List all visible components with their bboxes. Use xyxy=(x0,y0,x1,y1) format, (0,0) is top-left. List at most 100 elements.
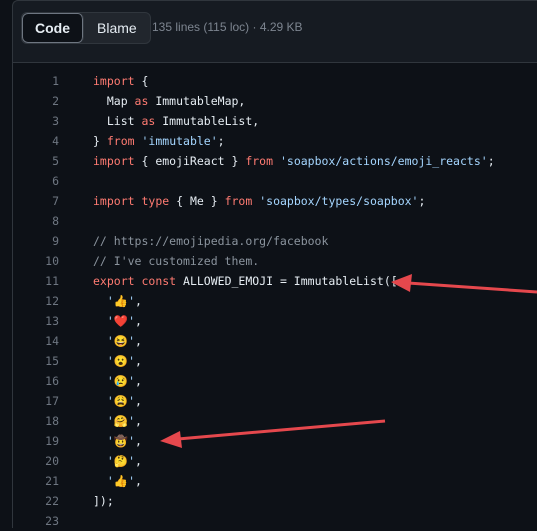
code-token: Map xyxy=(93,94,135,108)
line-number[interactable]: 18 xyxy=(13,411,59,431)
code-text: ]); xyxy=(93,491,114,511)
line-number[interactable]: 16 xyxy=(13,371,59,391)
line-number[interactable]: 13 xyxy=(13,311,59,331)
code-text: '🤗', xyxy=(93,411,142,431)
line-number[interactable]: 23 xyxy=(13,511,59,531)
line-number[interactable]: 3 xyxy=(13,111,59,131)
code-text: '😩', xyxy=(93,391,142,411)
code-line: 13 '❤️', xyxy=(13,311,537,331)
code-token: ALLOWED_EMOJI = ImmutableList([ xyxy=(176,274,398,288)
code-text: import { emojiReact } from 'soapbox/acti… xyxy=(93,151,495,171)
line-number[interactable]: 15 xyxy=(13,351,59,371)
code-token: '🤗' xyxy=(93,414,136,428)
code-token: { Me } xyxy=(169,194,225,208)
code-text: import type { Me } from 'soapbox/types/s… xyxy=(93,191,425,211)
code-line: 1 import { xyxy=(13,71,537,91)
code-text: '👍', xyxy=(93,471,142,491)
line-number[interactable]: 11 xyxy=(13,271,59,291)
file-toolbar: Code Blame 135 lines (115 loc) · 4.29 KB xyxy=(12,0,537,63)
line-number[interactable]: 12 xyxy=(13,291,59,311)
code-line: 17 '😩', xyxy=(13,391,537,411)
code-token: 'immutable' xyxy=(141,134,218,148)
blame-tab[interactable]: Blame xyxy=(84,13,150,43)
code-token: from xyxy=(106,134,135,148)
code-token: , xyxy=(135,374,142,388)
code-token: ; xyxy=(217,134,225,148)
code-line: 12 '👍', xyxy=(13,291,537,311)
code-token: ]); xyxy=(93,494,114,508)
code-token: , xyxy=(135,354,142,368)
line-number[interactable]: 2 xyxy=(13,91,59,111)
code-tab[interactable]: Code xyxy=(22,13,84,43)
line-number[interactable]: 20 xyxy=(13,451,59,471)
line-number[interactable]: 22 xyxy=(13,491,59,511)
code-token: 'soapbox/actions/emoji_reacts' xyxy=(279,154,488,168)
code-token: , xyxy=(135,454,142,468)
code-text: export const ALLOWED_EMOJI = ImmutableLi… xyxy=(93,271,398,291)
line-number[interactable]: 6 xyxy=(13,171,59,191)
code-line: 9 // https://emojipedia.org/facebook xyxy=(13,231,537,251)
code-text: '🤔', xyxy=(93,451,142,471)
code-token: '😆' xyxy=(93,334,136,348)
code-text: '😆', xyxy=(93,331,142,351)
code-token: as xyxy=(134,94,149,108)
code-token: , xyxy=(135,474,142,488)
code-text: '😢', xyxy=(93,371,142,391)
code-token: , xyxy=(135,294,142,308)
code-token: ; xyxy=(418,194,426,208)
code-text: '😮', xyxy=(93,351,142,371)
code-token: // I've customized them. xyxy=(93,254,260,268)
code-line: 22]); xyxy=(13,491,537,511)
code-token: 'soapbox/types/soapbox' xyxy=(259,194,419,208)
code-token: ImmutableList, xyxy=(155,114,260,128)
code-line: 21 '👍', xyxy=(13,471,537,491)
code-token: List xyxy=(93,114,142,128)
code-line: 19 '🤠', xyxy=(13,431,537,451)
line-number[interactable]: 19 xyxy=(13,431,59,451)
code-token: , xyxy=(135,394,142,408)
line-number[interactable]: 5 xyxy=(13,151,59,171)
code-token: '👍' xyxy=(93,294,136,308)
code-token: as xyxy=(141,114,156,128)
code-token: , xyxy=(135,414,142,428)
code-token: '🤠' xyxy=(93,434,136,448)
code-token: '😮' xyxy=(93,354,136,368)
code-token: type xyxy=(141,194,170,208)
view-mode-switch: Code Blame xyxy=(21,12,151,44)
code-line: 18 '🤗', xyxy=(13,411,537,431)
code-line: 16 '😢', xyxy=(13,371,537,391)
code-text: Map as ImmutableMap, xyxy=(93,91,246,111)
code-token: from xyxy=(245,154,274,168)
code-view: 1 import { 2 Map as ImmutableMap, 3 List as… xyxy=(12,62,537,528)
line-number[interactable]: 4 xyxy=(13,131,59,151)
line-number[interactable]: 17 xyxy=(13,391,59,411)
code-token: from xyxy=(224,194,253,208)
code-token: , xyxy=(135,334,142,348)
line-number[interactable]: 1 xyxy=(13,71,59,91)
code-token: import xyxy=(93,74,135,88)
code-text: // I've customized them. xyxy=(93,251,259,271)
line-number[interactable]: 10 xyxy=(13,251,59,271)
code-text: '🤠', xyxy=(93,431,142,451)
code-text: import { xyxy=(93,71,148,91)
code-line: 11 export const ALLOWED_EMOJI = Immutable… xyxy=(13,271,537,291)
code-line: 15 '😮', xyxy=(13,351,537,371)
line-number[interactable]: 9 xyxy=(13,231,59,251)
line-number[interactable]: 21 xyxy=(13,471,59,491)
code-token: } xyxy=(93,134,107,148)
code-token: import xyxy=(93,194,135,208)
code-token: '😢' xyxy=(93,374,136,388)
line-number[interactable]: 14 xyxy=(13,331,59,351)
code-line: 7 import type { Me } from 'soapbox/types/… xyxy=(13,191,537,211)
code-line: 8 xyxy=(13,211,537,231)
line-number[interactable]: 7 xyxy=(13,191,59,211)
code-token: import xyxy=(93,154,135,168)
code-token: '😩' xyxy=(93,394,136,408)
code-token: '👍' xyxy=(93,474,136,488)
code-text: List as ImmutableList, xyxy=(93,111,259,131)
code-token: // https://emojipedia.org/facebook xyxy=(93,234,329,248)
line-number[interactable]: 8 xyxy=(13,211,59,231)
code-token: ImmutableMap, xyxy=(148,94,246,108)
